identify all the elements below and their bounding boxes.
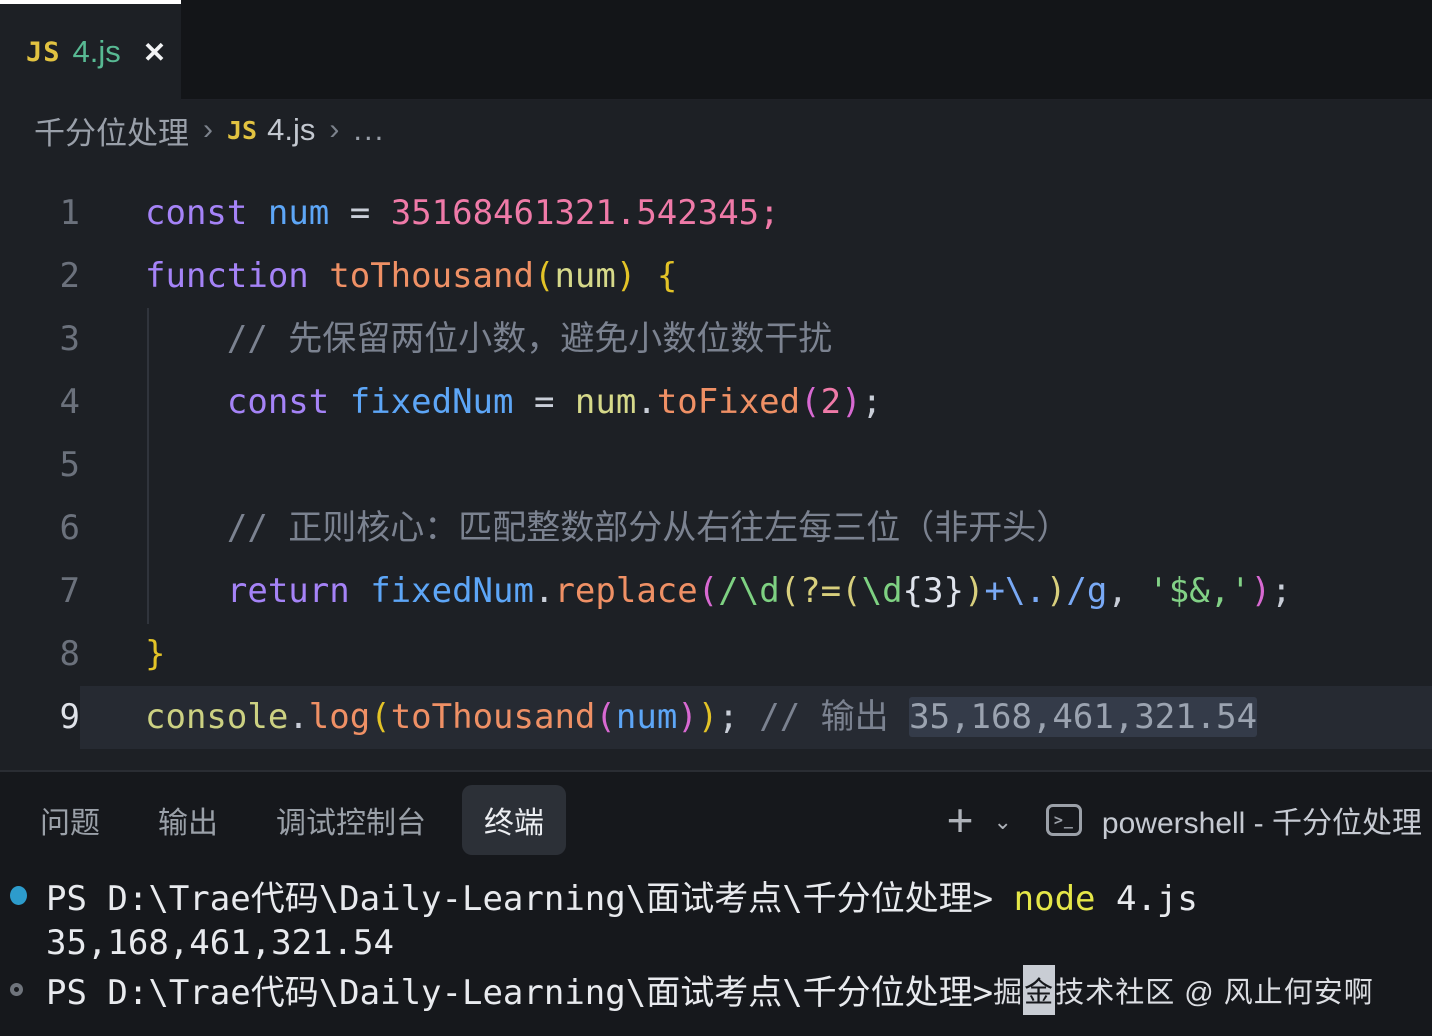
tab-debug-console[interactable]: 调试控制台 [254, 785, 448, 855]
javascript-file-icon: JS [227, 116, 257, 145]
line-number: 8 [0, 623, 80, 686]
code-line[interactable]: 6 // 正则核心：匹配整数部分从右往左每三位（非开头） [0, 497, 1432, 560]
breadcrumb-more[interactable]: ... [353, 112, 385, 148]
watermark-text: 掘金技术社区 @ 风止何安啊 [993, 965, 1374, 1015]
code-text[interactable]: // 正则核心：匹配整数部分从右往左每三位（非开头） [80, 497, 1432, 560]
code-text[interactable]: function toThousand(num) { [80, 245, 1432, 308]
javascript-file-icon: JS [26, 37, 61, 68]
code-line[interactable]: 4 const fixedNum = num.toFixed(2); [0, 371, 1432, 434]
terminal-line: PS D:\Trae代码\Daily-Learning\面试考点\千分位处理> … [10, 872, 1432, 919]
code-editor[interactable]: 1 const num = 35168461321.542345; 2 func… [0, 160, 1432, 770]
code-text[interactable]: const fixedNum = num.toFixed(2); [80, 371, 1432, 434]
line-number: 6 [0, 497, 80, 560]
command-success-icon[interactable] [10, 886, 46, 905]
bottom-panel: 问题 输出 调试控制台 终端 + ⌄ >_ powershell - 千分位处理… [0, 770, 1432, 1036]
code-line[interactable]: 8 } [0, 623, 1432, 686]
editor-tab-bar: JS 4.js ✕ [0, 0, 1432, 100]
code-text[interactable]: const num = 35168461321.542345; [80, 182, 1432, 245]
panel-tabs: 问题 输出 调试控制台 终端 [18, 785, 566, 855]
indent-guide [147, 308, 149, 624]
chevron-right-icon: › [329, 113, 339, 147]
close-tab-icon[interactable]: ✕ [143, 36, 166, 69]
terminal-icon: >_ [1046, 804, 1082, 836]
code-line[interactable]: 3 // 先保留两位小数，避免小数位数干扰 [0, 308, 1432, 371]
command-pending-icon[interactable] [10, 983, 46, 996]
code-text[interactable] [80, 434, 1432, 497]
chevron-down-icon[interactable]: ⌄ [993, 809, 1011, 835]
line-number: 5 [0, 434, 80, 497]
code-line[interactable]: 1 const num = 35168461321.542345; [0, 182, 1432, 245]
tab-problems[interactable]: 问题 [18, 785, 122, 855]
terminal-cursor: 金 [1023, 965, 1055, 1015]
breadcrumb: 千分位处理 › JS 4.js › ... [0, 100, 1432, 160]
panel-header: 问题 输出 调试控制台 终端 + ⌄ >_ powershell - 千分位处理 [0, 772, 1432, 868]
tab-terminal[interactable]: 终端 [462, 785, 566, 855]
tab-filename: 4.js [73, 34, 121, 70]
line-number: 7 [0, 560, 80, 623]
chevron-right-icon: › [203, 113, 213, 147]
code-line[interactable]: 7 return fixedNum.replace(/\d(?=(\d{3})+… [0, 560, 1432, 623]
line-number: 2 [0, 245, 80, 308]
breadcrumb-folder[interactable]: 千分位处理 [34, 108, 189, 153]
code-line-active[interactable]: 9 console.log(toThousand(num)); // 输出 35… [0, 686, 1432, 749]
code-text[interactable]: } [80, 623, 1432, 686]
terminal-session-label[interactable]: powershell - 千分位处理 [1102, 798, 1422, 842]
panel-actions: + ⌄ >_ powershell - 千分位处理 [947, 797, 1422, 843]
breadcrumb-file[interactable]: 4.js [267, 112, 315, 148]
line-number: 4 [0, 371, 80, 434]
code-line[interactable]: 2 function toThousand(num) { [0, 245, 1432, 308]
code-text[interactable]: console.log(toThousand(num)); // 输出 35,1… [80, 686, 1432, 749]
ide-window: JS 4.js ✕ 千分位处理 › JS 4.js › ... 1 const … [0, 0, 1432, 1036]
terminal-line: PS D:\Trae代码\Daily-Learning\面试考点\千分位处理>掘… [10, 966, 1432, 1013]
line-number: 9 [0, 686, 80, 749]
line-number: 3 [0, 308, 80, 371]
new-terminal-button[interactable]: + [947, 797, 974, 843]
tab-4js[interactable]: JS 4.js ✕ [0, 0, 181, 100]
tab-output[interactable]: 输出 [136, 785, 240, 855]
code-text[interactable]: // 先保留两位小数，避免小数位数干扰 [80, 308, 1432, 371]
line-number: 1 [0, 182, 80, 245]
terminal-output[interactable]: PS D:\Trae代码\Daily-Learning\面试考点\千分位处理> … [0, 868, 1432, 1036]
code-line[interactable]: 5 [0, 434, 1432, 497]
terminal-line: 35,168,461,321.54 [10, 919, 1432, 966]
code-text[interactable]: return fixedNum.replace(/\d(?=(\d{3})+\.… [80, 560, 1432, 623]
